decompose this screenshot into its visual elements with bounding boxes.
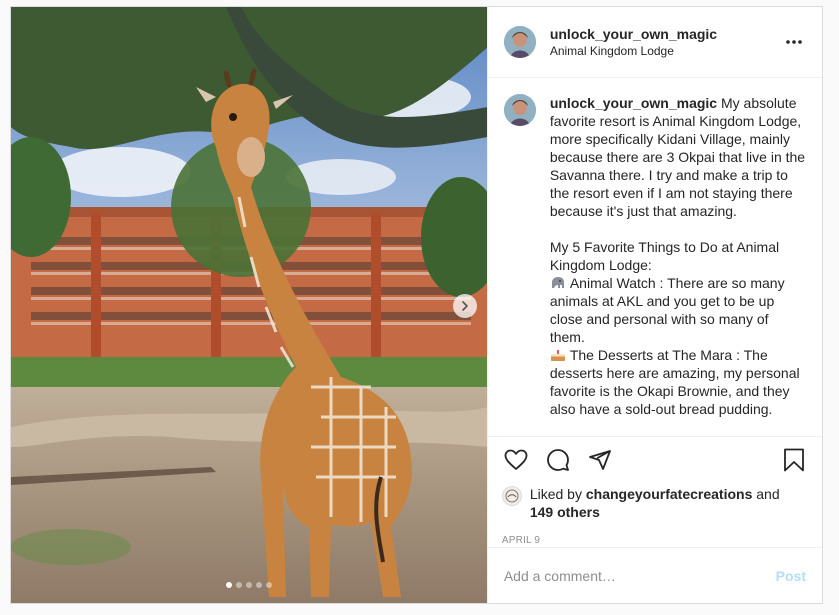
share-icon [588, 450, 611, 470]
add-comment-bar: Add a comment… Post [487, 547, 822, 603]
comment-input[interactable]: Add a comment… [504, 568, 776, 584]
caption-avatar[interactable] [503, 94, 536, 126]
carousel-dots [11, 582, 487, 588]
post-comment-button[interactable]: Post [776, 568, 806, 584]
post-image[interactable] [11, 7, 487, 603]
author-avatar[interactable] [503, 26, 536, 58]
next-slide-button[interactable] [453, 294, 477, 318]
liker-username[interactable]: changeyourfatecreations [586, 486, 753, 502]
post-date[interactable]: APRIL 9 [502, 535, 808, 546]
comment-icon [546, 449, 569, 471]
comment-button[interactable] [544, 446, 572, 474]
caption-list-item: Animal Watch : There are so many animals… [549, 275, 785, 345]
liker-avatar[interactable] [501, 486, 522, 506]
carousel-dot [235, 582, 242, 588]
carousel-dot [225, 582, 232, 588]
post-actions: Liked by changeyourfatecreations and 149… [487, 436, 822, 547]
giraffe-photo [11, 7, 487, 603]
post-caption: unlock_your_own_magic My absolute favori… [550, 94, 806, 436]
avatar-image [503, 94, 536, 126]
like-button[interactable] [502, 446, 530, 474]
post-side-panel: unlock_your_own_magic Animal Kingdom Lod… [486, 7, 822, 603]
liked-by-label: Liked by [529, 486, 582, 502]
share-button[interactable] [586, 446, 614, 474]
more-options-icon [786, 40, 802, 44]
save-button[interactable] [780, 446, 808, 474]
bookmark-icon [784, 448, 804, 472]
caption-heading: My 5 Favorite Things to Do at Animal Kin… [549, 239, 780, 273]
likes-and-label: and [756, 486, 780, 502]
post-dialog: unlock_your_own_magic Animal Kingdom Lod… [10, 6, 823, 604]
elephant-emoji-icon [551, 277, 564, 288]
carousel-dot [265, 582, 272, 588]
post-header: unlock_your_own_magic Animal Kingdom Lod… [487, 7, 822, 78]
carousel-dot [245, 582, 252, 588]
caption-username[interactable]: unlock_your_own_magic [550, 95, 717, 111]
post-location[interactable]: Animal Kingdom Lodge [550, 44, 782, 58]
heart-icon [504, 449, 528, 470]
avatar-image [503, 26, 536, 58]
comments-section: unlock_your_own_magic My absolute favori… [488, 78, 822, 436]
cake-emoji-icon [550, 350, 565, 361]
caption-text: My absolute favorite resort is Animal Ki… [549, 95, 806, 219]
more-options-button[interactable] [782, 30, 806, 54]
likes-summary: Liked by changeyourfatecreations and 149… [501, 485, 808, 521]
next-arrow-icon [462, 301, 468, 311]
author-username[interactable]: unlock_your_own_magic [550, 26, 782, 42]
carousel-dot [255, 582, 262, 588]
caption-list-item: The Desserts at The Mara : The desserts … [549, 347, 800, 417]
likes-others-link[interactable]: 149 others [530, 504, 600, 520]
liker-avatar-image [505, 489, 519, 503]
